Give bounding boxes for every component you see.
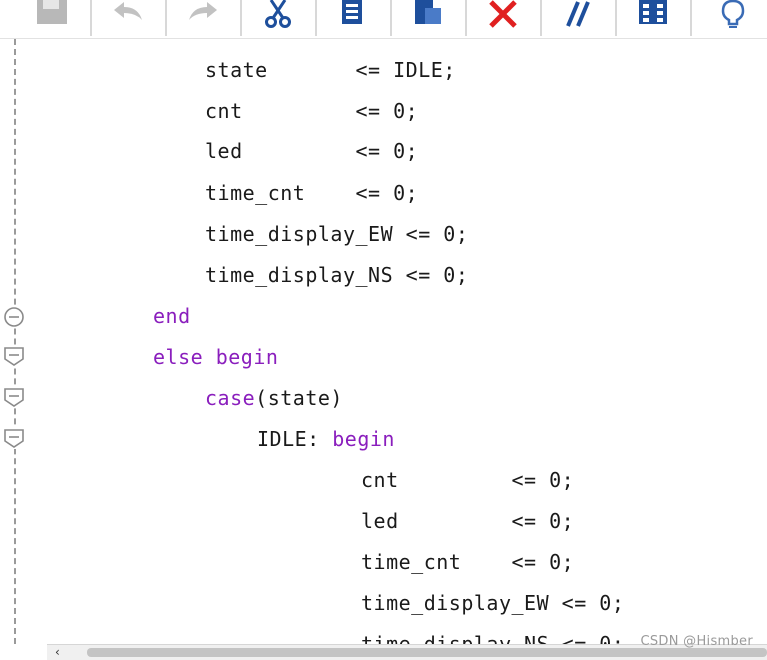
save-button[interactable] xyxy=(22,0,82,32)
delete-button[interactable] xyxy=(473,0,533,32)
save-icon xyxy=(37,0,67,24)
undo-icon xyxy=(114,2,142,20)
code-editor[interactable]: state <= IDLE; cnt <= 0; led <= 0; time_… xyxy=(0,50,767,644)
scroll-left-arrow-icon[interactable]: ‹ xyxy=(55,646,65,658)
code-line: time_cnt <= 0; xyxy=(205,181,419,205)
toolbar xyxy=(0,0,767,39)
code-line: cnt <= 0; xyxy=(205,99,419,123)
code-line: time_cnt <= 0; xyxy=(361,550,575,574)
redo-icon xyxy=(189,2,217,20)
code-line: led <= 0; xyxy=(361,509,575,533)
code-keyword: begin xyxy=(332,427,395,451)
code-line: time_display_EW <= 0; xyxy=(205,222,469,246)
cut-button[interactable] xyxy=(248,0,308,32)
code-line: case(state) xyxy=(205,382,343,414)
code-line: time_display_NS <= 0; xyxy=(205,263,469,287)
paste-button[interactable] xyxy=(398,0,458,32)
comment-button[interactable] xyxy=(548,0,608,32)
copy-icon xyxy=(342,0,362,24)
code-keyword: case xyxy=(205,386,256,410)
code-keyword: else begin xyxy=(153,345,279,369)
redo-button[interactable] xyxy=(173,0,233,32)
cut-icon xyxy=(265,0,291,28)
code-line: state <= IDLE; xyxy=(205,58,456,82)
code-keyword: end xyxy=(153,304,191,328)
lightbulb-icon xyxy=(721,0,745,28)
code-line: IDLE: begin xyxy=(257,423,395,455)
undo-button[interactable] xyxy=(98,0,158,32)
code-line: time_display_NS <= 0; xyxy=(361,632,625,644)
code-text: IDLE: xyxy=(257,427,333,451)
code-line: led <= 0; xyxy=(205,139,419,163)
code-line: time_display_EW <= 0; xyxy=(361,591,625,615)
copy-button[interactable] xyxy=(323,0,383,32)
column-select-button[interactable] xyxy=(623,0,683,32)
comment-icon xyxy=(566,1,590,27)
watermark: CSDN @Hismber xyxy=(640,634,753,649)
lightbulb-button[interactable] xyxy=(703,0,763,32)
paste-icon xyxy=(415,0,441,24)
column-select-icon xyxy=(639,0,667,24)
code-text: (state) xyxy=(255,386,343,410)
scrollbar-thumb[interactable] xyxy=(87,648,767,657)
delete-icon xyxy=(489,0,517,28)
code-line: cnt <= 0; xyxy=(361,468,575,492)
